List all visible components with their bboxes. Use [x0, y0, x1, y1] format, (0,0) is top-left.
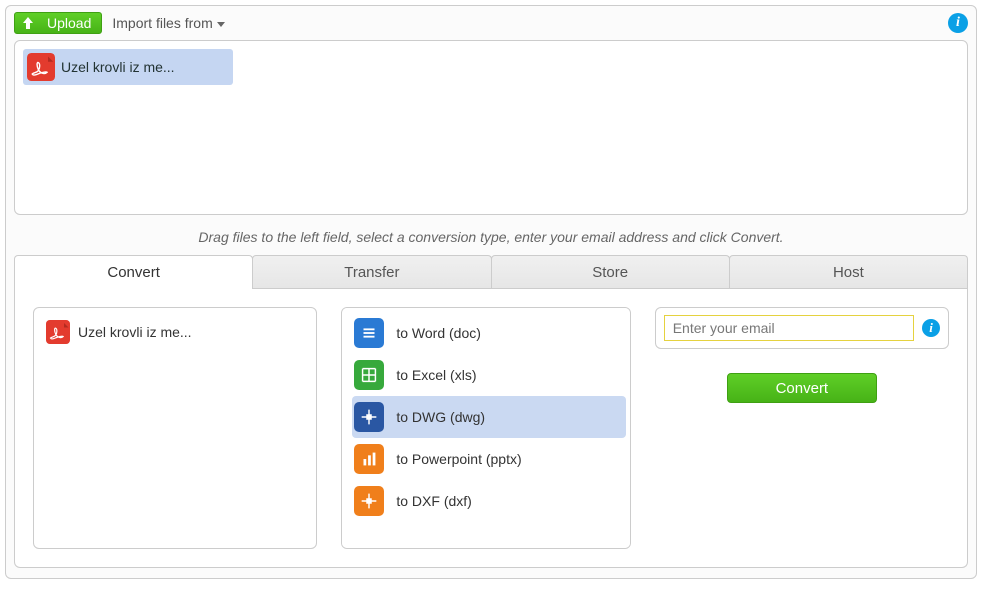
format-label: to Excel (xls) — [396, 367, 476, 383]
pdf-file-icon — [46, 320, 70, 344]
convert-button[interactable]: Convert — [727, 373, 877, 403]
chevron-down-icon — [217, 22, 225, 27]
tab-store[interactable]: Store — [491, 255, 730, 288]
dxf-icon — [354, 486, 384, 516]
target-format-list[interactable]: to Word (doc) to Excel (xls) — [341, 307, 630, 549]
word-icon — [354, 318, 384, 348]
format-option-word[interactable]: to Word (doc) — [352, 312, 625, 354]
email-input[interactable] — [664, 315, 914, 341]
format-option-dxf[interactable]: to DXF (dxf) — [352, 480, 625, 522]
convert-button-label: Convert — [776, 380, 829, 397]
upload-arrow-icon — [19, 16, 37, 30]
format-label: to Powerpoint (pptx) — [396, 451, 521, 467]
instruction-text: Drag files to the left field, select a c… — [10, 229, 972, 245]
format-option-dwg[interactable]: to DWG (dwg) — [352, 396, 625, 438]
tab-host[interactable]: Host — [729, 255, 968, 288]
dwg-icon — [354, 402, 384, 432]
upload-button[interactable]: Upload — [14, 12, 102, 34]
app-container: Upload Import files from i Uzel krovli i… — [5, 5, 977, 579]
source-file-name: Uzel krovli iz me... — [78, 324, 192, 340]
format-label: to Word (doc) — [396, 325, 481, 341]
format-label: to DXF (dxf) — [396, 493, 471, 509]
convert-panel: Uzel krovli iz me... to Word (doc) — [14, 289, 968, 568]
actions-panel: i Convert — [655, 307, 949, 549]
upload-button-label: Upload — [47, 15, 91, 31]
tab-label: Store — [592, 264, 628, 281]
pptx-icon — [354, 444, 384, 474]
import-files-dropdown[interactable]: Import files from — [112, 15, 224, 31]
tab-transfer[interactable]: Transfer — [252, 255, 491, 288]
uploaded-file-chip[interactable]: Uzel krovli iz me... — [23, 49, 233, 85]
email-box: i — [655, 307, 949, 349]
mode-tabs: Convert Transfer Store Host — [14, 255, 968, 289]
format-option-pptx[interactable]: to Powerpoint (pptx) — [352, 438, 625, 480]
info-icon[interactable]: i — [948, 13, 968, 33]
format-option-excel[interactable]: to Excel (xls) — [352, 354, 625, 396]
tab-convert[interactable]: Convert — [14, 255, 253, 288]
file-drop-zone[interactable]: Uzel krovli iz me... — [14, 40, 968, 215]
tab-label: Host — [833, 264, 864, 281]
excel-icon — [354, 360, 384, 390]
tab-label: Transfer — [344, 264, 399, 281]
source-files-panel: Uzel krovli iz me... — [33, 307, 317, 549]
tab-label: Convert — [107, 264, 160, 281]
top-bar: Upload Import files from i — [10, 10, 972, 40]
info-icon[interactable]: i — [922, 319, 940, 337]
import-files-label: Import files from — [112, 15, 212, 31]
pdf-file-icon — [27, 53, 55, 81]
source-file-row[interactable]: Uzel krovli iz me... — [42, 320, 308, 344]
uploaded-file-name: Uzel krovli iz me... — [61, 59, 175, 75]
format-label: to DWG (dwg) — [396, 409, 485, 425]
